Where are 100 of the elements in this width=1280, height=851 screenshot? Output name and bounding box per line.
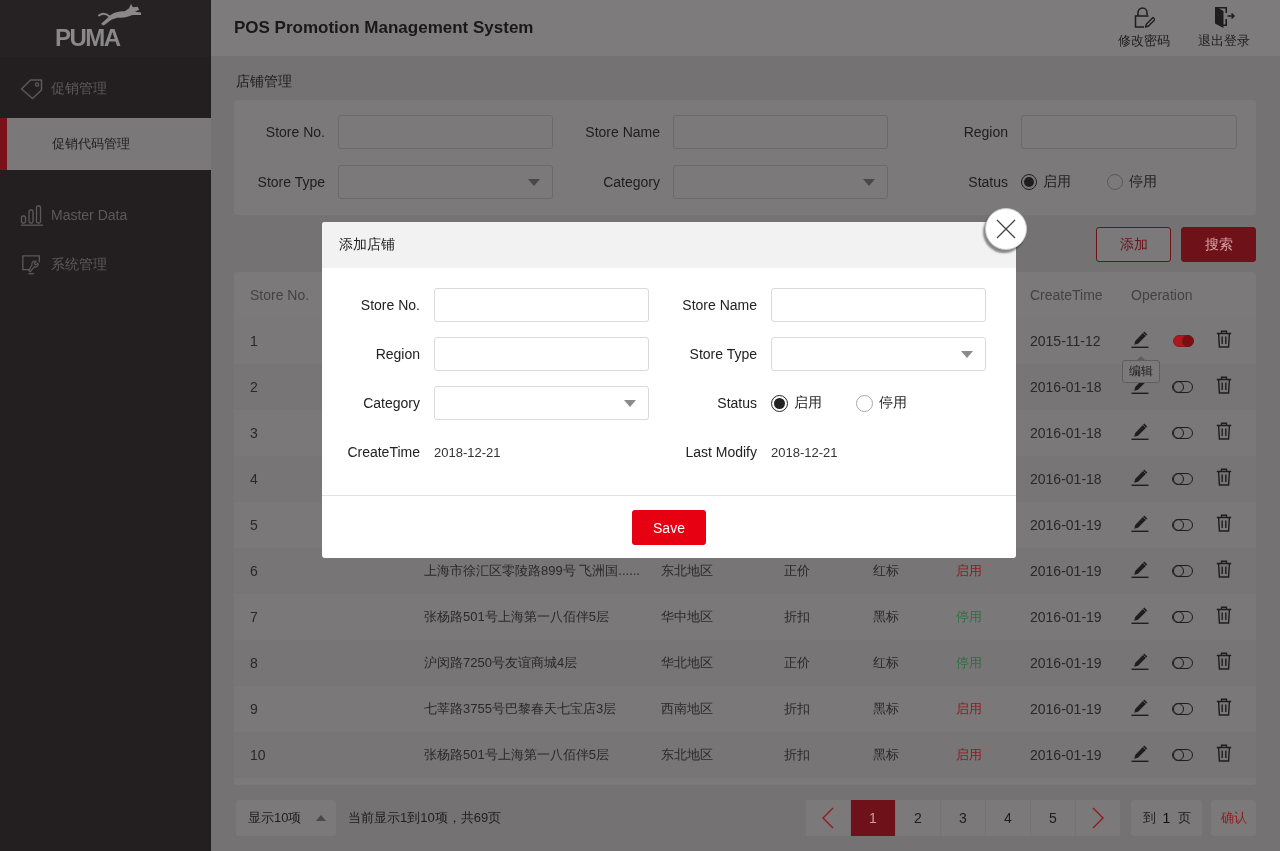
- table-cell: 黑标: [873, 700, 899, 718]
- sidebar-item[interactable]: Master Data: [0, 190, 211, 240]
- trash-icon[interactable]: [1216, 468, 1232, 486]
- trash-icon[interactable]: [1216, 698, 1232, 716]
- confirm-button[interactable]: 确认: [1211, 800, 1256, 836]
- trash-icon[interactable]: [1216, 744, 1232, 762]
- caret-down-icon: [863, 178, 875, 186]
- table-cell: 东北地区: [661, 746, 713, 764]
- trash-icon[interactable]: [1216, 514, 1232, 532]
- table-cell: 2016-01-18: [1030, 425, 1102, 441]
- status-text: 启用: [956, 700, 982, 718]
- table-cell: 5: [250, 517, 258, 533]
- chevron-right-icon: [1092, 807, 1104, 829]
- field-label: Region: [375, 346, 420, 362]
- table-cell: 2016-01-19: [1030, 563, 1102, 579]
- page-button[interactable]: 3: [941, 800, 985, 836]
- page-number-input[interactable]: 1: [1157, 810, 1176, 826]
- trash-icon[interactable]: [1216, 330, 1232, 348]
- caret-down-icon: [624, 399, 636, 407]
- close-icon: [996, 219, 1016, 239]
- table-cell: 2015-11-12: [1030, 333, 1101, 349]
- field-label: Status: [968, 174, 1008, 190]
- pencil-icon[interactable]: [1131, 652, 1149, 670]
- pencil-icon[interactable]: [1131, 330, 1149, 348]
- table-cell: 2016-01-19: [1030, 517, 1102, 533]
- field-value: 2018-12-21: [771, 444, 838, 460]
- status-text: 启用: [956, 562, 982, 580]
- table-cell: 8: [250, 655, 258, 671]
- trash-icon[interactable]: [1216, 560, 1232, 578]
- app-title: POS Promotion Management System: [234, 18, 534, 38]
- radio-label: 停用: [1129, 173, 1157, 191]
- table-cell: 红标: [873, 654, 899, 672]
- table-cell: 折扣: [784, 608, 810, 626]
- add-button[interactable]: 添加: [1096, 227, 1171, 262]
- table-cell: 东北地区: [661, 562, 713, 580]
- modal-title: 添加店铺: [339, 236, 395, 254]
- page-button[interactable]: 1: [851, 800, 895, 836]
- field-label: CreateTime: [347, 444, 420, 460]
- table-cell: 黑标: [873, 608, 899, 626]
- pencil-icon[interactable]: [1131, 514, 1149, 532]
- field-label: Store Type: [689, 346, 757, 362]
- pencil-icon[interactable]: [1131, 744, 1149, 762]
- tag-icon: [20, 78, 44, 100]
- select-field[interactable]: [673, 165, 888, 199]
- table-cell: 七莘路3755号巴黎春天七宝店3层: [424, 700, 617, 718]
- status-text: 停用: [956, 608, 982, 626]
- table-cell: 华北地区: [661, 654, 713, 672]
- pencil-icon[interactable]: [1131, 560, 1149, 578]
- field-label: Store Name: [682, 297, 757, 313]
- table-cell: 红标: [873, 562, 899, 580]
- pencil-icon[interactable]: [1131, 698, 1149, 716]
- table-cell: 2016-01-19: [1030, 747, 1102, 763]
- table-cell: 折扣: [784, 700, 810, 718]
- table-cell: 2016-01-18: [1030, 379, 1102, 395]
- sidebar-subitem[interactable]: 促销代码管理: [0, 118, 211, 170]
- table-cell: 7: [250, 609, 258, 625]
- goto-label: 页: [1177, 809, 1191, 827]
- field-label: Status: [717, 395, 757, 411]
- chevron-left-icon: [822, 807, 834, 829]
- table-cell: 10: [250, 747, 266, 763]
- logo-wordmark: PUMA: [55, 27, 120, 49]
- pencil-icon[interactable]: [1131, 606, 1149, 624]
- trash-icon[interactable]: [1216, 652, 1232, 670]
- pencil-icon[interactable]: [1131, 468, 1149, 486]
- status-text: 停用: [956, 654, 982, 672]
- table-cell: 2016-01-18: [1030, 471, 1102, 487]
- search-button[interactable]: 搜索: [1181, 227, 1256, 262]
- caret-down-icon: [961, 350, 973, 358]
- header-action-button[interactable]: 修改密码: [1118, 6, 1170, 50]
- table-cell: 2: [250, 379, 258, 395]
- caret-down-icon: [528, 178, 540, 186]
- table-cell: 6: [250, 563, 258, 579]
- table-cell: 西南地区: [661, 700, 713, 718]
- header-action-button[interactable]: 退出登录: [1198, 6, 1250, 50]
- field-label: Store Name: [585, 124, 660, 140]
- table-cell: 3: [250, 425, 258, 441]
- page-button[interactable]: 2: [896, 800, 940, 836]
- pencil-icon[interactable]: [1131, 422, 1149, 440]
- select-field[interactable]: [338, 165, 553, 199]
- trash-icon[interactable]: [1216, 606, 1232, 624]
- table-cell: 上海市徐汇区零陵路899号 飞洲国......: [424, 562, 640, 580]
- page-title: 店铺管理: [235, 72, 292, 91]
- caret-up-icon: [316, 815, 326, 821]
- trash-icon[interactable]: [1216, 422, 1232, 440]
- bar-chart-icon: [20, 204, 44, 226]
- table-cell: 正价: [784, 562, 810, 580]
- column-header: Operation: [1131, 287, 1193, 303]
- trash-icon[interactable]: [1216, 376, 1232, 394]
- table-cell: 2016-01-19: [1030, 609, 1102, 625]
- page-button[interactable]: 5: [1031, 800, 1075, 836]
- save-button[interactable]: Save: [632, 510, 706, 545]
- lock-pen-icon: [1133, 6, 1155, 28]
- toggle-switch[interactable]: [1173, 335, 1193, 347]
- table-cell: 华中地区: [661, 608, 713, 626]
- table-cell: 沪闵路7250号友谊商城4层: [424, 654, 578, 672]
- page-size-select[interactable]: 显示10项: [236, 800, 336, 836]
- page-button[interactable]: 4: [986, 800, 1030, 836]
- field-label: Last Modify: [685, 444, 757, 460]
- exit-door-icon: [1213, 6, 1235, 28]
- field-label: Store No.: [265, 124, 325, 140]
